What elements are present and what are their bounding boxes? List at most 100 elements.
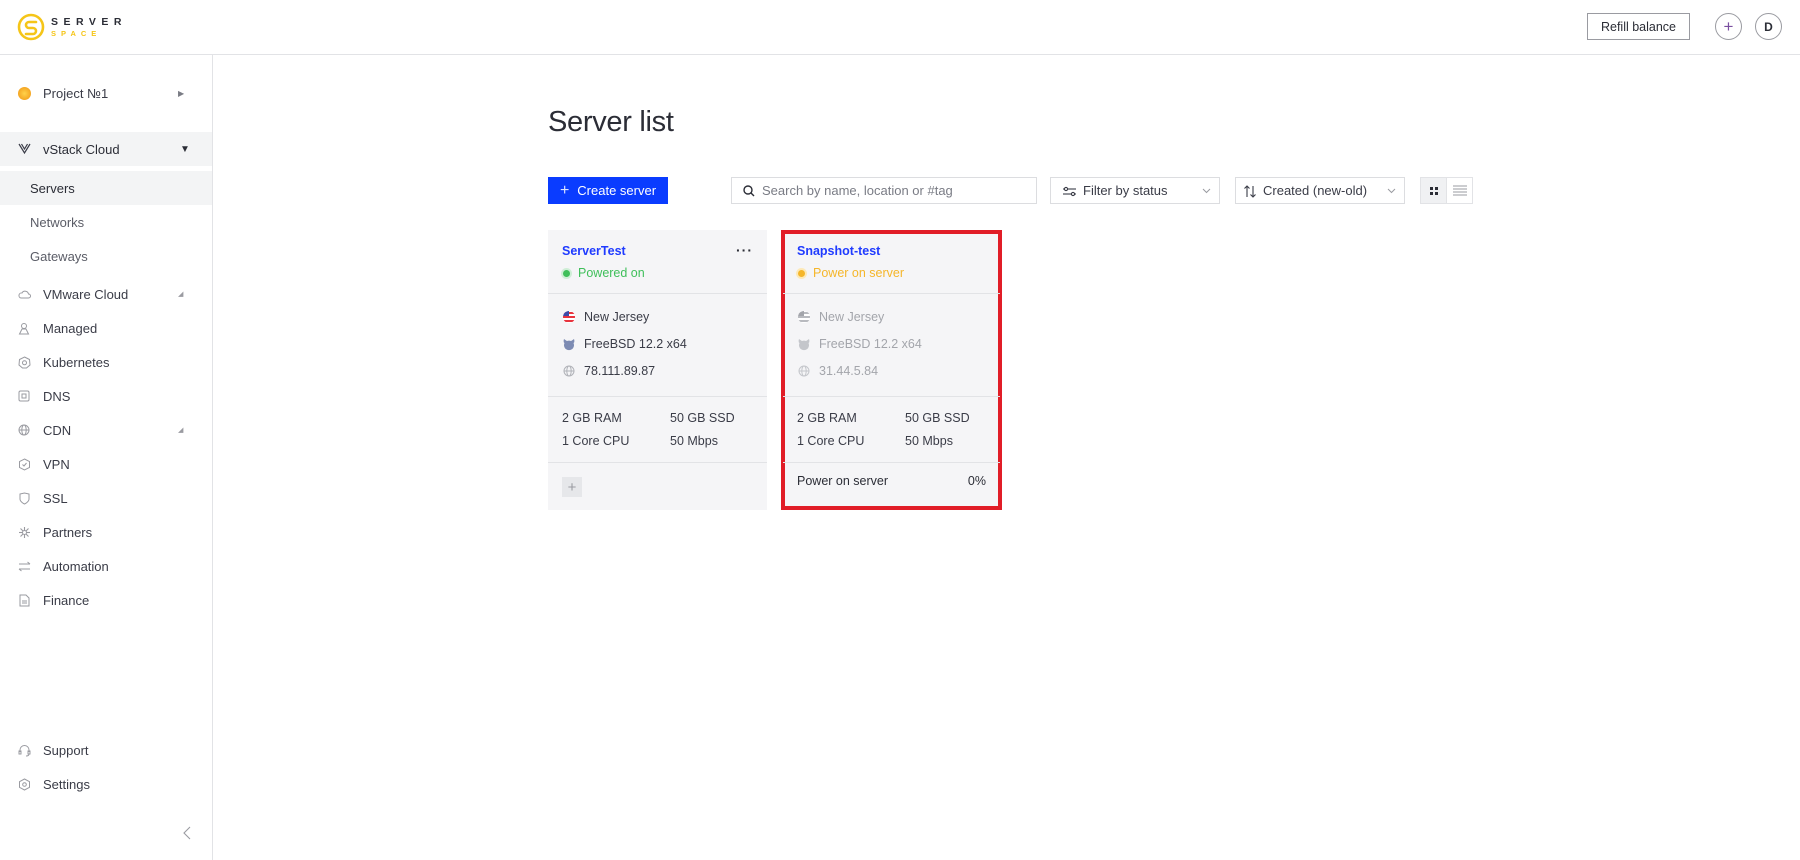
plus-icon: + xyxy=(559,181,570,199)
caret-corner-icon: ◢ xyxy=(178,291,184,298)
status-dot-icon xyxy=(563,269,570,277)
logo-mark-icon xyxy=(17,13,45,41)
filter-by-status-dropdown[interactable]: Filter by status xyxy=(1050,177,1220,204)
sidebar-item-label: Support xyxy=(43,742,89,758)
sidebar-item-label: Project №1 xyxy=(43,85,109,101)
plus-icon: + xyxy=(1723,16,1734,36)
bandwidth-spec: 50 Mbps xyxy=(670,434,718,448)
view-toggle xyxy=(1420,177,1473,204)
sidebar-item-support[interactable]: Support xyxy=(0,733,212,767)
logo-text-bottom: SPACE xyxy=(51,28,102,38)
status-text: Powered on xyxy=(578,266,645,280)
progress-label: Power on server xyxy=(797,474,889,488)
sidebar-item-label: DNS xyxy=(43,388,71,404)
sidebar-project-selector[interactable]: Project №1 ▶ xyxy=(0,76,212,110)
ip-text: 31.44.5.84 xyxy=(819,364,879,378)
create-server-button[interactable]: + Create server xyxy=(548,177,668,204)
os-text: FreeBSD 12.2 x64 xyxy=(819,337,922,351)
list-view-button[interactable] xyxy=(1446,178,1472,203)
divider xyxy=(548,396,767,397)
disk-spec: 50 GB SSD xyxy=(670,411,735,425)
automation-icon xyxy=(17,559,31,573)
sidebar-item-automation[interactable]: Automation xyxy=(0,549,212,583)
sidebar-item-vstack-cloud[interactable]: vStack Cloud ▼ xyxy=(0,132,212,166)
server-card-highlighted[interactable]: Snapshot-test Power on server New Jersey… xyxy=(781,230,1002,510)
refill-balance-button[interactable]: Refill balance xyxy=(1587,13,1690,40)
sidebar-item-gateways[interactable]: Gateways xyxy=(0,239,212,273)
us-flag-icon xyxy=(797,310,811,324)
search-box[interactable] xyxy=(731,177,1037,204)
more-options-icon[interactable]: ··· xyxy=(736,242,753,258)
sidebar-item-label: Partners xyxy=(43,524,93,540)
avatar-initial: D xyxy=(1764,19,1773,34)
server-ip: 78.111.89.87 xyxy=(562,364,655,378)
us-flag-icon xyxy=(562,310,576,324)
cpu-spec: 1 Core CPU xyxy=(797,434,865,448)
globe-icon xyxy=(562,364,576,378)
sidebar-item-cdn[interactable]: CDN ◢ xyxy=(0,413,212,447)
divider xyxy=(783,293,1000,294)
sidebar-item-vpn[interactable]: VPN xyxy=(0,447,212,481)
sidebar-item-label: Networks xyxy=(30,214,85,230)
project-dot-icon xyxy=(17,86,31,100)
filter-value: Filter by status xyxy=(1083,183,1168,198)
sidebar-item-kubernetes[interactable]: Kubernetes xyxy=(0,345,212,379)
server-os: FreeBSD 12.2 x64 xyxy=(562,337,687,351)
headset-icon xyxy=(17,743,31,757)
logo-text-top: SERVER xyxy=(51,16,127,28)
chevron-down-icon xyxy=(1202,188,1211,194)
sidebar-item-servers[interactable]: Servers xyxy=(0,171,212,205)
sidebar-item-vmware-cloud[interactable]: VMware Cloud ◢ xyxy=(0,277,212,311)
freebsd-icon xyxy=(797,337,811,351)
grid-icon xyxy=(1429,186,1438,195)
top-header: SERVER SPACE Refill balance + D xyxy=(0,0,1800,55)
add-tag-button[interactable]: + xyxy=(562,477,582,497)
serverspace-logo[interactable]: SERVER SPACE xyxy=(17,13,127,41)
ip-text: 78.111.89.87 xyxy=(584,364,656,378)
ram-spec: 2 GB RAM xyxy=(797,411,857,425)
sidebar-item-label: Servers xyxy=(30,180,75,196)
grid-view-button[interactable] xyxy=(1421,178,1447,203)
collapse-sidebar-button[interactable] xyxy=(180,823,194,843)
disk-spec: 50 GB SSD xyxy=(905,411,970,425)
chevron-left-icon xyxy=(183,826,191,840)
server-location: New Jersey xyxy=(797,310,884,324)
sidebar-item-dns[interactable]: DNS xyxy=(0,379,212,413)
search-input[interactable] xyxy=(762,178,1032,203)
sidebar-item-label: Settings xyxy=(43,776,90,792)
location-text: New Jersey xyxy=(819,310,885,324)
caret-corner-icon: ◢ xyxy=(178,427,184,434)
sidebar-item-label: Finance xyxy=(43,592,90,608)
sidebar-item-partners[interactable]: Partners xyxy=(0,515,212,549)
sidebar-item-label: VMware Cloud xyxy=(43,286,129,302)
cpu-spec: 1 Core CPU xyxy=(562,434,630,448)
sidebar-item-label: Automation xyxy=(43,558,109,574)
sidebar-item-settings[interactable]: Settings xyxy=(0,767,212,801)
bandwidth-spec: 50 Mbps xyxy=(905,434,953,448)
add-button[interactable]: + xyxy=(1715,13,1742,40)
user-avatar-button[interactable]: D xyxy=(1755,13,1782,40)
server-name-link[interactable]: Snapshot-test xyxy=(797,244,880,258)
status-text: Power on server xyxy=(813,266,905,280)
shield-icon xyxy=(17,491,31,505)
globe-icon xyxy=(17,423,31,437)
vstack-icon xyxy=(17,142,31,156)
progress-value: 0% xyxy=(967,474,986,488)
server-ip: 31.44.5.84 xyxy=(797,364,878,378)
sidebar-item-label: VPN xyxy=(43,456,70,472)
cloud-icon xyxy=(17,287,31,301)
sidebar-item-ssl[interactable]: SSL xyxy=(0,481,212,515)
server-status: Power on server xyxy=(797,266,904,280)
server-card[interactable]: ServerTest ··· Powered on New Jersey Fre… xyxy=(548,230,767,510)
sidebar-item-label: CDN xyxy=(43,422,72,438)
sidebar-item-managed[interactable]: Managed xyxy=(0,311,212,345)
server-name-link[interactable]: ServerTest xyxy=(562,244,626,258)
sidebar-item-label: Gateways xyxy=(30,248,88,264)
sort-dropdown[interactable]: Created (new-old) xyxy=(1235,177,1405,204)
sidebar-item-label: vStack Cloud xyxy=(43,141,120,157)
sidebar-item-networks[interactable]: Networks xyxy=(0,205,212,239)
divider xyxy=(548,462,767,463)
document-icon xyxy=(17,593,31,607)
dns-icon xyxy=(17,389,31,403)
sidebar-item-finance[interactable]: Finance xyxy=(0,583,212,617)
